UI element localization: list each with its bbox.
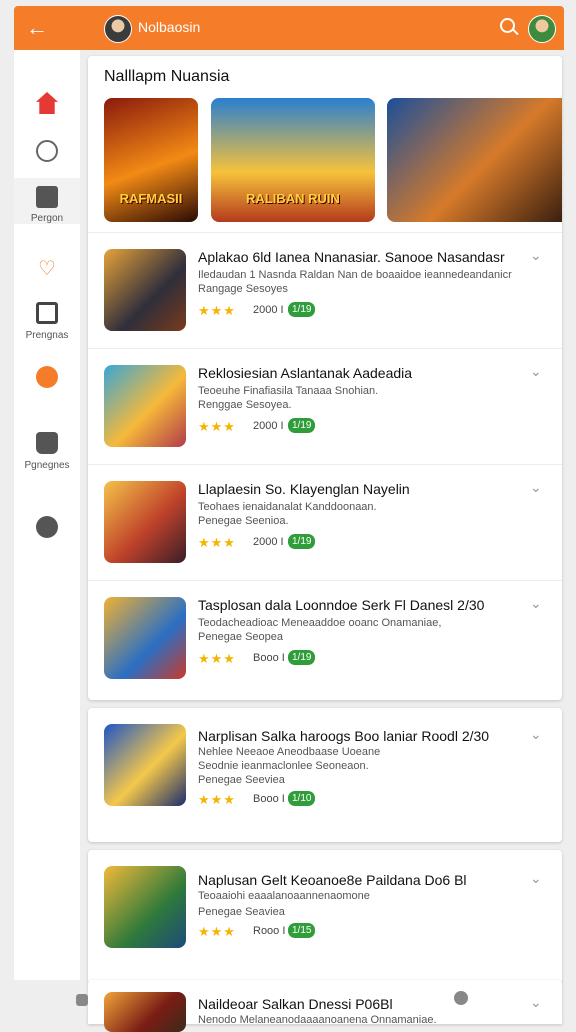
app-icon <box>104 992 186 1032</box>
rating-count: 2000 I <box>253 420 284 432</box>
app-description-2: Seodnie ieanmaclonlee Seoneaon. <box>198 760 369 772</box>
app-title: Aplakao 6ld Ianea Nnanasiar. Sanooe Nasa… <box>198 249 505 265</box>
scroll-handle-icon[interactable] <box>76 994 88 1006</box>
sidebar-item-label: Pgnegnes <box>24 460 70 471</box>
rating-count: Rooo I <box>253 925 286 937</box>
version-badge: 1/19 <box>288 418 316 433</box>
sidebar-item-fire[interactable] <box>14 366 80 410</box>
app-description: Teoeuhe Finafiasila Tanaaa Snohian. <box>198 385 379 397</box>
app-title: Nolbaosin <box>138 19 201 35</box>
chevron-down-icon[interactable]: ⌄ <box>530 870 544 886</box>
app-list-item[interactable]: Tasplosan dala Loonndoe Serk Fl Danesl 2… <box>88 580 562 695</box>
rating-count: 2000 I <box>253 304 284 316</box>
rating-stars: ★★★ <box>198 651 236 666</box>
version-badge: 1/19 <box>288 650 316 665</box>
featured-banner[interactable]: RAFMASII <box>104 98 198 222</box>
compass-icon <box>36 516 58 538</box>
app-card[interactable]: Naildeoar Salkan Dnessi P06Bl Nenodo Mel… <box>88 980 562 1032</box>
chevron-down-icon[interactable]: ⌄ <box>530 726 544 742</box>
chevron-down-icon[interactable]: ⌄ <box>530 994 544 1010</box>
main-content: Nalllapm Nuansia RAFMASII RALIBAN RUIN A… <box>88 56 562 700</box>
app-icon <box>104 597 186 679</box>
rating-count: Booo I <box>253 793 285 805</box>
sidebar-item-label: Prengnas <box>25 330 69 341</box>
version-badge: 1/10 <box>288 791 316 806</box>
sidebar-item-pergon[interactable]: Pergon <box>14 178 80 224</box>
chevron-down-icon[interactable]: ⌄ <box>530 363 544 379</box>
app-list-item[interactable]: Reklosiesian Aslantanak Aadeadia Teoeuhe… <box>88 348 562 463</box>
app-category: Rangage Sesoyes <box>198 283 288 295</box>
app-icon <box>104 481 186 563</box>
app-avatar[interactable] <box>104 15 132 43</box>
rating-count: 2000 I <box>253 536 284 548</box>
app-title: Naplusan Gelt Keoanoe8e Paildana Do6 Bl <box>198 872 467 888</box>
app-icon <box>104 724 186 806</box>
app-icon <box>104 866 186 948</box>
version-badge: 1/19 <box>288 302 316 317</box>
user-avatar[interactable] <box>528 15 556 43</box>
dot-icon[interactable] <box>454 991 468 1005</box>
app-header: ← Nolbaosin <box>14 6 564 50</box>
sidebar-item-home[interactable] <box>14 92 80 136</box>
app-description: Teodacheadioac Meneaaddoe ooanc Onamania… <box>198 617 442 629</box>
sidebar-item-prengnas[interactable]: Prengnas <box>14 302 80 346</box>
section-title: Nalllapm Nuansia <box>104 68 230 85</box>
chat-icon <box>36 140 58 162</box>
app-description: Nehlee Neeaoe Aneodbaase Uoeane <box>198 746 381 758</box>
rating-stars: ★★★ <box>198 303 236 318</box>
home-icon <box>36 92 58 114</box>
sidebar-item-compass[interactable] <box>14 516 80 560</box>
fire-icon <box>36 366 58 388</box>
app-list-item[interactable]: Aplakao 6ld Ianea Nnanasiar. Sanooe Nasa… <box>88 232 562 347</box>
inbox-icon <box>36 302 58 324</box>
app-description: Teohaes ienaidanalat Kanddoonaan. <box>198 501 377 513</box>
bag-icon <box>36 432 58 454</box>
chevron-down-icon[interactable]: ⌄ <box>530 247 544 263</box>
app-title: Naildeoar Salkan Dnessi P06Bl <box>198 996 393 1012</box>
featured-banner[interactable]: RALIBAN RUIN <box>211 98 375 222</box>
rating-stars: ★★★ <box>198 924 236 939</box>
arrow-left-icon[interactable]: ← <box>24 15 50 41</box>
chevron-down-icon[interactable]: ⌄ <box>530 595 544 611</box>
app-category: Penegae Seenioa. <box>198 515 289 527</box>
app-icon <box>104 249 186 331</box>
app-card[interactable]: Naplusan Gelt Keoanoe8e Paildana Do6 Bl … <box>88 850 562 984</box>
version-badge: 1/15 <box>288 923 316 938</box>
rating-count: Booo I <box>253 652 285 664</box>
app-category: Renggae Sesoyea. <box>198 399 292 411</box>
sidebar-item-label: Pergon <box>30 213 64 224</box>
app-category: Penegae Seopea <box>198 631 284 643</box>
sidebar: Pergon ♡ Prengnas Pgnegnes <box>14 50 80 980</box>
app-description: Teoaaiohi eaaalanoaannenaomone <box>198 890 370 902</box>
search-icon[interactable] <box>498 16 522 40</box>
version-badge: 1/19 <box>288 534 316 549</box>
sidebar-item-pgnegnes[interactable]: Pgnegnes <box>14 432 80 476</box>
banner-title: RAFMASII <box>119 191 183 206</box>
sidebar-item-heart[interactable]: ♡ <box>14 258 80 302</box>
heart-icon: ♡ <box>38 258 56 280</box>
app-category: Penegae Seeviea <box>198 774 285 786</box>
rating-stars: ★★★ <box>198 535 236 550</box>
featured-banner[interactable] <box>387 98 562 222</box>
app-icon <box>104 365 186 447</box>
app-title: Tasplosan dala Loonndoe Serk Fl Danesl 2… <box>198 597 485 613</box>
rating-stars: ★★★ <box>198 419 236 434</box>
app-card[interactable]: Narplisan Salka haroogs Boo laniar Roodl… <box>88 708 562 842</box>
app-list-item[interactable]: Llaplaesin So. Klayenglan Nayelin Teohae… <box>88 464 562 579</box>
app-title: Reklosiesian Aslantanak Aadeadia <box>198 365 413 381</box>
app-title: Narplisan Salka haroogs Boo laniar Roodl… <box>198 728 490 744</box>
app-description: Iledaudan 1 Nasnda Raldan Nan de boaaido… <box>198 269 512 281</box>
banner-title: RALIBAN RUIN <box>246 191 340 206</box>
app-description: Nenodo Melaneanodaaaanoanena Onnamaniae. <box>198 1014 437 1026</box>
app-category: Penegae Seaviea <box>198 906 285 918</box>
app-title: Llaplaesin So. Klayenglan Nayelin <box>198 481 410 497</box>
rating-stars: ★★★ <box>198 792 236 807</box>
chevron-down-icon[interactable]: ⌄ <box>530 479 544 495</box>
edit-icon <box>36 186 58 208</box>
